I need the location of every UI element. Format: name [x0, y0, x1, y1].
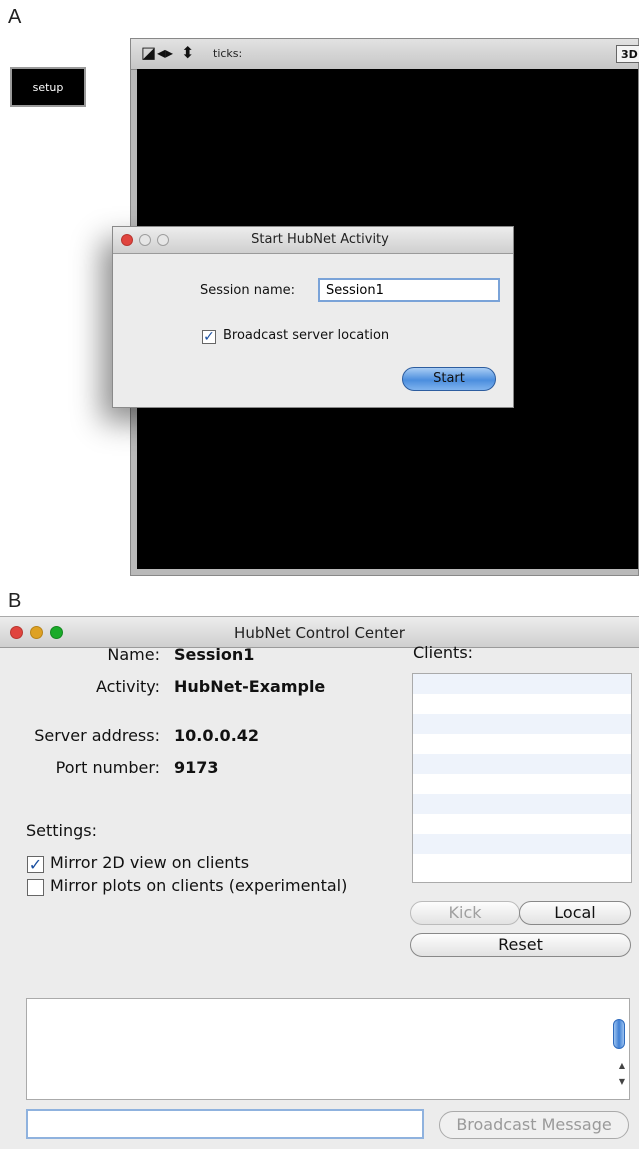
up-down-arrows-icon[interactable]: ⬍ [181, 44, 194, 62]
window-titlebar[interactable]: HubNet Control Center [0, 617, 639, 648]
start-button[interactable]: Start [402, 367, 496, 391]
world-toolbar: ◪ ◂▸ ⬍ ticks: 3D [131, 39, 639, 70]
clients-label: Clients: [413, 643, 474, 662]
left-right-arrows-icon[interactable]: ◂▸ [157, 44, 173, 62]
scroll-up-icon[interactable]: ▲ [619, 1061, 625, 1070]
window-title: HubNet Control Center [234, 624, 405, 642]
mirror-2d-label: Mirror 2D view on clients [50, 853, 250, 872]
server-address-value: 10.0.0.42 [174, 726, 260, 745]
dialog-title: Start HubNet Activity [251, 232, 389, 247]
view-3d-button[interactable]: 3D [616, 45, 639, 63]
start-hubnet-dialog: Start HubNet Activity Session name: ✓ Br… [112, 226, 514, 408]
color-flag-icon[interactable]: ◪ [141, 44, 156, 62]
panel-b-label: B [8, 590, 22, 612]
mirror-2d-checkbox[interactable]: ✓ [27, 856, 44, 873]
setup-button[interactable]: setup [10, 67, 86, 107]
activity-value: HubNet-Example [174, 677, 326, 696]
broadcast-server-label: Broadcast server location [223, 328, 390, 343]
name-value: Session1 [174, 645, 255, 664]
settings-label: Settings: [26, 821, 98, 840]
clients-list[interactable] [412, 673, 632, 883]
ticks-label: ticks: [213, 47, 243, 60]
mirror-plots-checkbox[interactable] [27, 879, 44, 896]
activity-label: Activity: [95, 677, 160, 696]
kick-button[interactable]: Kick [410, 901, 520, 925]
message-log[interactable]: ▲ ▼ [26, 998, 630, 1100]
server-address-label: Server address: [34, 726, 160, 745]
broadcast-checkbox[interactable]: ✓ [202, 330, 216, 344]
session-name-input[interactable] [318, 278, 500, 302]
broadcast-message-button[interactable]: Broadcast Message [439, 1111, 629, 1139]
mirror-plots-label: Mirror plots on clients (experimental) [50, 876, 348, 895]
session-name-label: Session name: [200, 283, 295, 298]
broadcast-message-input[interactable] [26, 1109, 424, 1139]
local-button[interactable]: Local [519, 901, 631, 925]
name-label: Name: [107, 645, 160, 664]
scrollbar-thumb[interactable] [613, 1019, 625, 1049]
port-number-value: 9173 [174, 758, 219, 777]
panel-a-label: A [8, 6, 22, 28]
hubnet-control-center-window: HubNet Control Center Name: Session1 Act… [0, 616, 639, 1149]
dialog-titlebar[interactable]: Start HubNet Activity [113, 227, 513, 254]
scroll-down-icon[interactable]: ▼ [619, 1077, 625, 1086]
reset-button[interactable]: Reset [410, 933, 631, 957]
port-number-label: Port number: [55, 758, 160, 777]
